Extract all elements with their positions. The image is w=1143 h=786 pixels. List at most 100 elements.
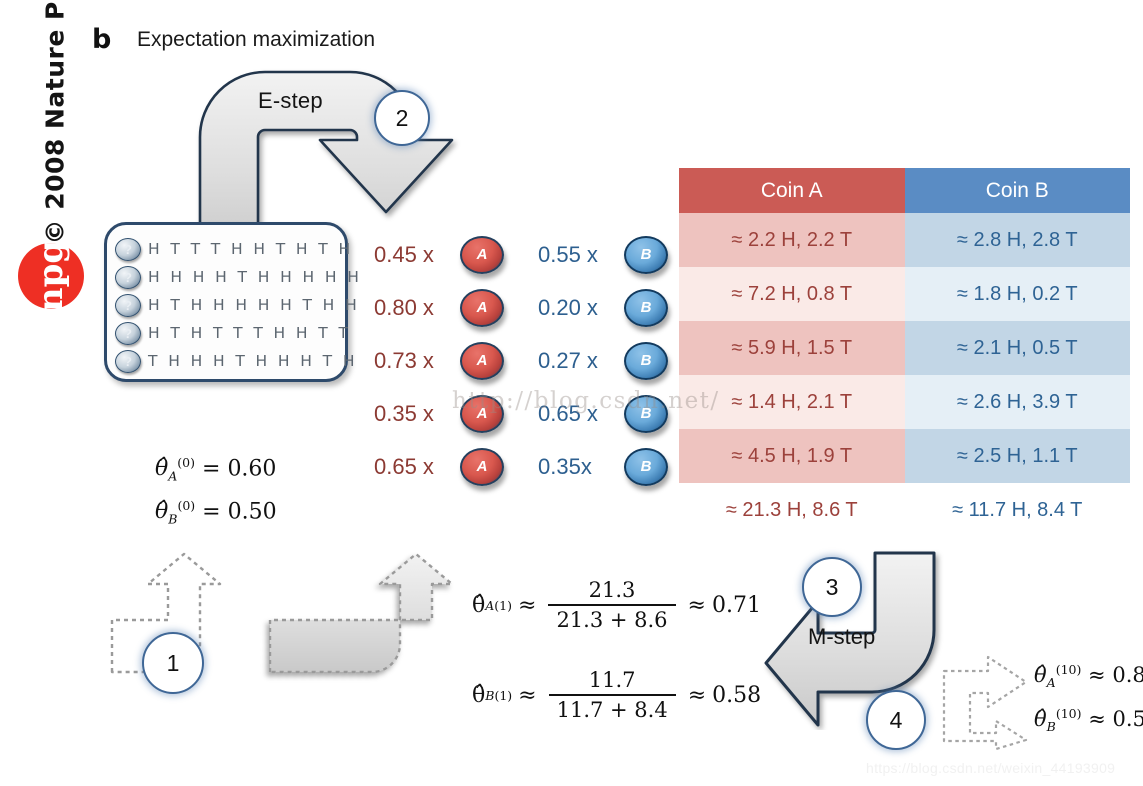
sequence-list: ? H T T T H H T H T H ? H H H H T H H H … bbox=[115, 235, 362, 375]
prob-coin-b: 0.27 x bbox=[538, 347, 598, 373]
e-step-label: E-step bbox=[258, 88, 323, 113]
theta-superscript: (10) bbox=[1055, 706, 1082, 722]
sequence-text: H T H H H H H T H H bbox=[148, 296, 360, 314]
table-row: ≈ 2.2 H, 2.2 T ≈ 2.8 H, 2.8 T bbox=[679, 213, 1130, 267]
theta-b-symbol: θ̂ bbox=[472, 682, 486, 708]
list-item: 0.65 x A 0.35x B bbox=[374, 440, 702, 493]
theta-symbol: θ̂ bbox=[155, 499, 169, 525]
theta-subscript: A bbox=[1046, 675, 1056, 691]
table-totals-row: ≈ 21.3 H, 8.6 T ≈ 11.7 H, 8.4 T bbox=[679, 483, 1130, 537]
relation: ≈ bbox=[1088, 707, 1106, 732]
cell-coin-a: ≈ 1.4 H, 2.1 T bbox=[679, 375, 905, 429]
unknown-coin-icon: ? bbox=[115, 349, 141, 373]
relation: ≈ bbox=[1088, 663, 1106, 687]
prob-coin-a: 0.80 x bbox=[374, 294, 434, 320]
step-marker-4: 4 bbox=[866, 690, 926, 750]
table-row: ≈ 1.4 H, 2.1 T ≈ 2.6 H, 3.9 T bbox=[679, 375, 1130, 429]
theta-b-final: θ̂B(10) ≈ 0.52 bbox=[1034, 706, 1143, 734]
table-row: ≈ 5.9 H, 1.5 T ≈ 2.1 H, 0.5 T bbox=[679, 321, 1130, 375]
step-marker-2: 2 bbox=[374, 90, 430, 146]
sequence-text: T H H H T H H H T H bbox=[148, 352, 358, 370]
theta-value: 0.60 bbox=[227, 456, 277, 482]
result-value: 0.71 bbox=[711, 592, 761, 618]
list-item: 0.35 x A 0.65 x B bbox=[374, 387, 702, 440]
list-item: 0.45 x A 0.55 x B bbox=[374, 228, 702, 281]
npg-logo-text: npg bbox=[31, 239, 71, 313]
cell-coin-b: ≈ 2.6 H, 3.9 T bbox=[904, 375, 1130, 429]
m-step-label: M-step bbox=[808, 624, 876, 649]
unknown-coin-icon: ? bbox=[115, 237, 141, 261]
total-coin-a: ≈ 21.3 H, 8.6 T bbox=[679, 483, 905, 537]
table-header-row: Coin A Coin B bbox=[679, 168, 1130, 213]
denominator: 11.7 + 8.4 bbox=[548, 694, 676, 722]
cell-coin-a: ≈ 2.2 H, 2.2 T bbox=[679, 213, 905, 267]
relation: ≈ bbox=[518, 592, 537, 618]
unknown-coin-icon: ? bbox=[115, 293, 141, 317]
cell-coin-b: ≈ 2.1 H, 0.5 T bbox=[904, 321, 1130, 375]
theta-subscript: B bbox=[485, 687, 495, 703]
watermark-bottom: https://blog.csdn.net/weixin_44193909 bbox=[866, 760, 1116, 776]
theta-subscript: B bbox=[1046, 719, 1056, 735]
column-header-coin-a: Coin A bbox=[679, 168, 905, 213]
theta-final-estimates: θ̂A(10) ≈ 0.80 θ̂B(10) ≈ 0.52 bbox=[1034, 662, 1143, 750]
cell-coin-a: ≈ 4.5 H, 1.9 T bbox=[679, 429, 905, 483]
coin-a-icon: A bbox=[460, 394, 504, 433]
coin-a-icon: A bbox=[460, 447, 504, 486]
numerator: 21.3 bbox=[588, 578, 636, 602]
page-title: Expectation maximization bbox=[137, 28, 376, 51]
theta-superscript: (10) bbox=[1055, 662, 1082, 677]
theta-subscript: A bbox=[168, 468, 178, 484]
cell-coin-a: ≈ 7.2 H, 0.8 T bbox=[679, 267, 905, 321]
theta-symbol: θ̂ bbox=[1034, 663, 1047, 687]
coin-b-icon: B bbox=[624, 288, 668, 327]
prob-coin-b: 0.65 x bbox=[538, 400, 598, 426]
observation-box: ? H T T T H H T H T H ? H H H H T H H H … bbox=[104, 222, 359, 382]
result-relation: ≈ bbox=[687, 592, 706, 618]
sequence-text: H T H T T T H H T T bbox=[148, 324, 351, 342]
responsibility-columns: 0.45 x A 0.55 x B 0.80 x A 0.20 x B 0.73… bbox=[374, 228, 702, 493]
list-item: ? H T H H H H H T H H bbox=[115, 291, 362, 319]
list-item: 0.80 x A 0.20 x B bbox=[374, 281, 702, 334]
list-item: ? T H H H T H H H T H bbox=[115, 347, 362, 375]
theta-a-final: θ̂A(10) ≈ 0.80 bbox=[1034, 662, 1143, 690]
theta-symbol: θ̂ bbox=[1034, 707, 1047, 732]
theta-superscript: (1) bbox=[494, 597, 512, 613]
fraction: 11.7 11.7 + 8.4 bbox=[548, 668, 676, 722]
result-value: 0.58 bbox=[712, 682, 762, 708]
cell-coin-a: ≈ 5.9 H, 1.5 T bbox=[679, 321, 905, 375]
step-marker-1: 1 bbox=[142, 632, 204, 694]
numerator: 11.7 bbox=[588, 668, 636, 692]
coin-a-icon: A bbox=[460, 235, 504, 274]
prob-coin-a: 0.35 x bbox=[374, 400, 434, 426]
theta-a-update-equation: θ̂ A (1) ≈ 21.3 21.3 + 8.6 ≈ 0.71 bbox=[472, 578, 761, 632]
prob-coin-b: 0.35x bbox=[538, 453, 592, 479]
copyright-text: © 2008 Nature Pu bbox=[40, 0, 70, 245]
theta-value: 0.50 bbox=[227, 499, 277, 525]
theta-b-initial: θ̂B(0) = 0.50 bbox=[155, 498, 277, 527]
theta-a-symbol: θ̂ bbox=[472, 592, 486, 618]
result-relation: ≈ bbox=[687, 682, 707, 708]
relation: = bbox=[202, 456, 221, 482]
column-header-coin-b: Coin B bbox=[904, 168, 1130, 213]
relation: = bbox=[202, 499, 221, 525]
theta-superscript: (1) bbox=[494, 687, 513, 703]
list-item: 0.73 x A 0.27 x B bbox=[374, 334, 702, 387]
coin-b-icon: B bbox=[624, 447, 668, 486]
relation: ≈ bbox=[518, 682, 537, 708]
prob-coin-b: 0.55 x bbox=[538, 241, 598, 267]
theta-superscript: (0) bbox=[177, 497, 196, 513]
list-item: ? H T T T H H T H T H bbox=[115, 235, 362, 263]
figure-panel-b: © 2008 Nature Pu npg b Expectation maxim… bbox=[0, 0, 1143, 786]
denominator: 21.3 + 8.6 bbox=[548, 604, 676, 632]
coin-a-icon: A bbox=[460, 341, 504, 380]
unknown-coin-icon: ? bbox=[115, 265, 141, 289]
sequence-text: H H H H T H H H H H bbox=[148, 268, 362, 286]
total-coin-b: ≈ 11.7 H, 8.4 T bbox=[904, 483, 1130, 537]
cell-coin-b: ≈ 1.8 H, 0.2 T bbox=[904, 267, 1130, 321]
list-item: ? H T H T T T H H T T bbox=[115, 319, 362, 347]
prob-coin-a: 0.65 x bbox=[374, 453, 434, 479]
coin-b-icon: B bbox=[624, 341, 668, 380]
theta-subscript: B bbox=[168, 511, 178, 527]
theta-b-update-equation: θ̂ B (1) ≈ 11.7 11.7 + 8.4 ≈ 0.58 bbox=[472, 668, 761, 722]
cell-coin-b: ≈ 2.5 H, 1.1 T bbox=[904, 429, 1130, 483]
